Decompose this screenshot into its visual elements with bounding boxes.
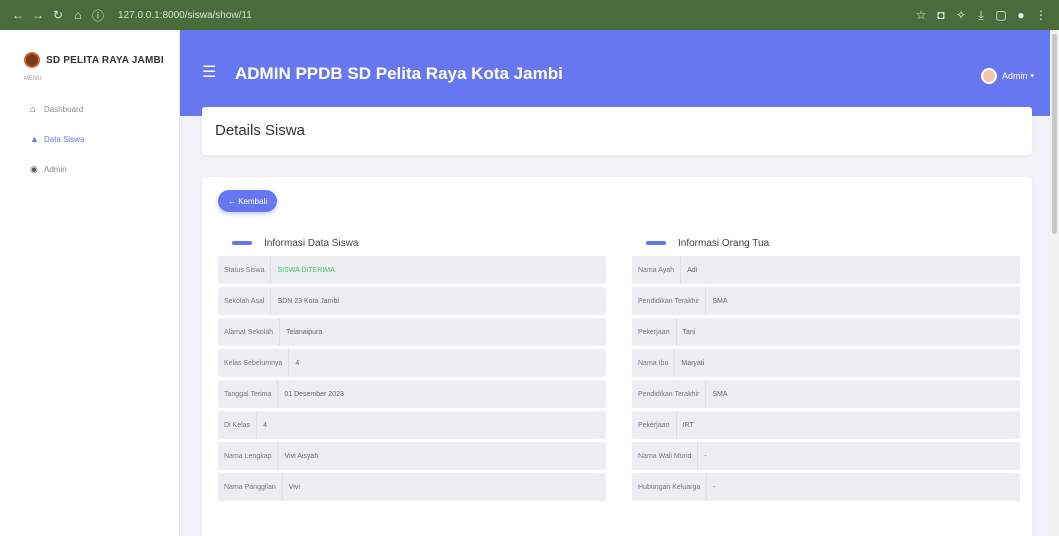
- heading-bar: [646, 241, 666, 245]
- sidebar-item-data-siswa[interactable]: ▲ Data Siswa: [0, 124, 179, 154]
- parent-info-column: Informasi Orang Tua Nama Ayah Adi Pendidi…: [632, 233, 1020, 504]
- field-row: Pendidikan Terakhir SMA: [632, 287, 1020, 315]
- sidebar: SD PELITA RAYA JAMBI MENU ⌂ Dashboard ▲ …: [0, 30, 180, 536]
- field-row: Pekerjaan IRT: [632, 411, 1020, 439]
- field-row: Alamat Sekolah Telanaipura: [218, 318, 606, 346]
- star-icon[interactable]: ☆: [911, 8, 931, 22]
- field-row: Nama Lengkap Vivi Aisyah: [218, 442, 606, 470]
- scrollbar-thumb[interactable]: [1052, 34, 1057, 234]
- field-label: Tanggal Terima: [224, 390, 272, 398]
- field-row: Status Siswa SISWA DITERIMA: [218, 256, 606, 284]
- section-header: Details Siswa: [202, 107, 1032, 155]
- field-value: Vivi: [281, 473, 606, 501]
- field-label: Nama Panggilan: [224, 483, 276, 491]
- back-button[interactable]: ← Kembali: [218, 190, 278, 212]
- back-arrow-icon[interactable]: ←: [8, 8, 28, 22]
- detail-card: ← Kembali Informasi Data Siswa Status Si…: [202, 177, 1032, 536]
- field-row: Hubungan Keluarga -: [632, 473, 1020, 501]
- field-label: Pekerjaan: [638, 328, 670, 336]
- chevron-down-icon: ▾: [1030, 73, 1034, 80]
- field-label: Hubungan Keluarga: [638, 483, 701, 491]
- app-title: ADMIN PPDB SD Pelita Raya Kota Jambi: [235, 64, 563, 83]
- field-label: Status Siswa: [224, 266, 265, 274]
- field-label: Pekerjaan: [638, 421, 670, 429]
- field-label: Nama Wali Murid: [638, 452, 692, 460]
- field-value: IRT: [675, 411, 1020, 439]
- home-icon[interactable]: ⌂: [68, 8, 88, 22]
- field-value: Vivi Aisyah: [277, 442, 606, 470]
- field-label: Pendidikan Terakhir: [638, 390, 700, 398]
- field-label: Di Kelas: [224, 421, 251, 429]
- puzzle-icon[interactable]: ✧: [951, 8, 971, 22]
- field-value: SMA: [705, 380, 1020, 408]
- forward-arrow-icon[interactable]: →: [28, 8, 48, 22]
- sidebar-item-label: Dashboard: [44, 104, 84, 114]
- field-value: SMA: [705, 287, 1020, 315]
- hamburger-menu-icon[interactable]: ☰: [202, 62, 216, 82]
- field-row: Nama Wali Murid -: [632, 442, 1020, 470]
- field-row: Di Kelas 4: [218, 411, 606, 439]
- download-icon[interactable]: ⤓: [971, 8, 991, 23]
- field-label: Nama Ibu: [638, 359, 669, 367]
- field-row: Pekerjaan Tani: [632, 318, 1020, 346]
- page-title: Details Siswa: [215, 122, 306, 139]
- user-icon: ▲: [30, 134, 39, 144]
- user-dropdown[interactable]: Admin ▾: [980, 68, 1034, 84]
- avatar: [980, 68, 997, 84]
- field-value: Maryati: [674, 349, 1020, 377]
- page-scrollbar[interactable]: [1050, 30, 1059, 536]
- field-row: Nama Ayah Adi: [632, 256, 1020, 284]
- status-badge: SISWA DITERIMA: [270, 256, 606, 284]
- student-info-title: Informasi Data Siswa: [264, 237, 359, 249]
- student-info-heading: Informasi Data Siswa: [218, 233, 606, 253]
- parent-info-title: Informasi Orang Tua: [678, 237, 770, 249]
- field-row: Kelas Sebelumnya 4: [218, 349, 606, 377]
- field-label: Alamat Sekolah: [224, 328, 274, 336]
- field-value: 4: [288, 349, 606, 377]
- field-value: Tani: [675, 318, 1020, 346]
- field-value: SDN 23 Kota Jambi: [270, 287, 606, 315]
- heading-bar: [232, 241, 252, 245]
- field-value: -: [697, 442, 1020, 470]
- field-row: Sekolah Asal SDN 23 Kota Jambi: [218, 287, 606, 315]
- field-value: Telanaipura: [279, 318, 606, 346]
- profile-icon[interactable]: ●: [1011, 8, 1031, 22]
- site-info-icon[interactable]: ⓘ: [88, 7, 108, 24]
- field-value: 4: [256, 411, 606, 439]
- brand-name: SD PELITA RAYA JAMBI: [46, 54, 164, 66]
- home-icon: ⌂: [30, 104, 36, 114]
- field-label: Nama Ayah: [638, 266, 675, 274]
- field-label: Pendidikan Terakhir: [638, 297, 700, 305]
- field-value: Adi: [680, 256, 1020, 284]
- address-bar[interactable]: 127.0.0.1:8000/siswa/show/11: [118, 10, 911, 21]
- sidebar-section-label: MENU: [24, 76, 42, 82]
- tab-icon[interactable]: ▢: [991, 8, 1011, 22]
- field-label: Sekolah Asal: [224, 297, 265, 305]
- extension-icon[interactable]: ◘: [931, 8, 951, 22]
- field-row: Nama Panggilan Vivi: [218, 473, 606, 501]
- top-navbar: ☰ ADMIN PPDB SD Pelita Raya Kota Jambi A…: [180, 30, 1050, 116]
- sidebar-item-dashboard[interactable]: ⌂ Dashboard: [0, 94, 179, 124]
- eye-icon: ◉: [30, 163, 38, 174]
- brand[interactable]: SD PELITA RAYA JAMBI: [0, 30, 179, 74]
- sidebar-item-admin[interactable]: ◉ Admin: [0, 154, 179, 184]
- field-value: -: [706, 473, 1020, 501]
- reload-icon[interactable]: ↻: [48, 8, 68, 22]
- field-row: Tanggal Terima 01 Desember 2023: [218, 380, 606, 408]
- parent-info-heading: Informasi Orang Tua: [632, 233, 1020, 253]
- field-label: Kelas Sebelumnya: [224, 359, 283, 367]
- field-row: Nama Ibu Maryati: [632, 349, 1020, 377]
- field-label: Nama Lengkap: [224, 452, 272, 460]
- school-logo-icon: [24, 52, 40, 68]
- field-row: Pendidikan Terakhir SMA: [632, 380, 1020, 408]
- menu-dots-icon[interactable]: ⋮: [1031, 8, 1051, 22]
- sidebar-item-label: Data Siswa: [44, 134, 85, 144]
- user-name: Admin: [1001, 71, 1028, 81]
- sidebar-item-label: Admin: [44, 164, 67, 174]
- field-value: 01 Desember 2023: [277, 380, 606, 408]
- browser-toolbar: ← → ↻ ⌂ ⓘ 127.0.0.1:8000/siswa/show/11 ☆…: [0, 0, 1059, 30]
- student-info-column: Informasi Data Siswa Status Siswa SISWA D…: [218, 233, 606, 504]
